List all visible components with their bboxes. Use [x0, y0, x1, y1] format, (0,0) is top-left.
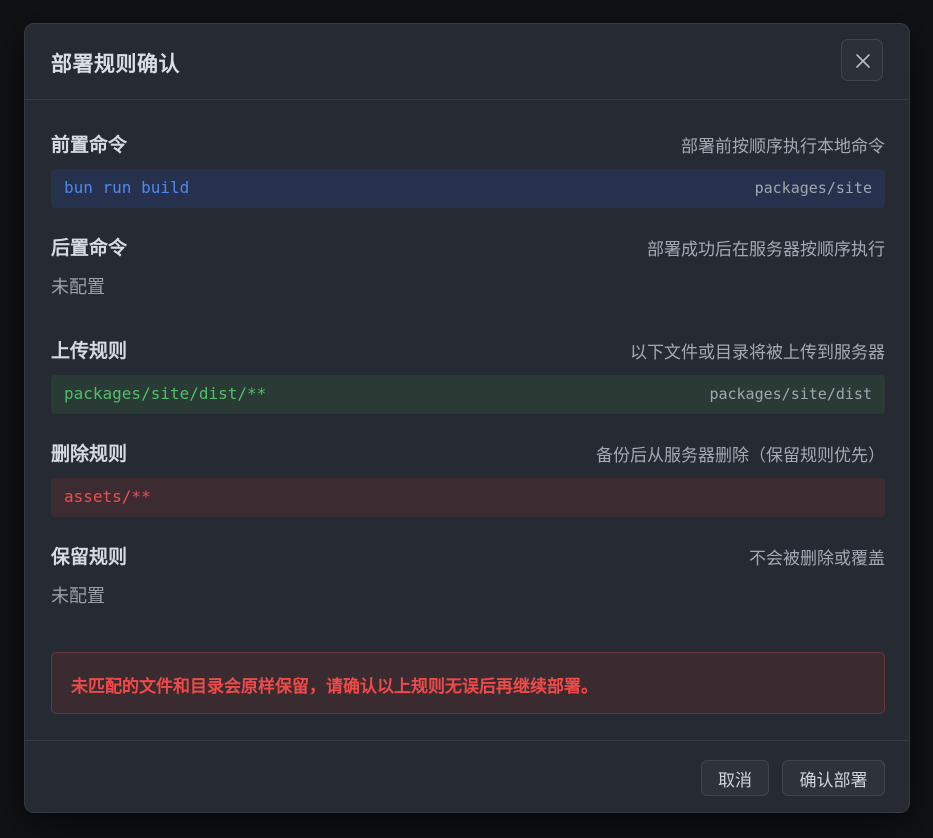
section-description: 部署成功后在服务器按顺序执行: [647, 240, 885, 260]
pre-command-text: bun run build: [64, 178, 190, 197]
section-title: 删除规则: [51, 443, 128, 465]
dialog-footer: 取消 确认部署: [25, 740, 909, 814]
warning-text: 未匹配的文件和目录会原样保留，请确认以上规则无误后再继续部署。: [71, 677, 598, 697]
pre-command-dir: packages/site: [754, 179, 872, 197]
deploy-rules-dialog: 部署规则确认 前置命令 部署前按顺序执行本地命令 bun run build p…: [24, 23, 910, 813]
upload-rule-text: packages/site/dist/**: [64, 384, 267, 403]
upload-rule-dir: packages/site/dist: [709, 385, 872, 403]
close-icon: [856, 54, 870, 68]
keep-rules-value: 未配置: [51, 586, 105, 607]
dialog-title: 部署规则确认: [51, 52, 180, 76]
pre-command-item: bun run build packages/site: [51, 169, 885, 208]
cancel-button[interactable]: 取消: [701, 760, 769, 796]
dialog-header: 部署规则确认: [25, 24, 909, 100]
section-title: 后置命令: [51, 237, 128, 259]
upload-rule-item: packages/site/dist/** packages/site/dist: [51, 375, 885, 414]
delete-rule-item: assets/**: [51, 478, 885, 517]
delete-rule-text: assets/**: [64, 487, 151, 506]
section-title: 保留规则: [51, 546, 128, 568]
post-commands-value: 未配置: [51, 277, 105, 298]
section-description: 部署前按顺序执行本地命令: [681, 137, 885, 157]
close-button[interactable]: [841, 39, 883, 81]
warning-banner: 未匹配的文件和目录会原样保留，请确认以上规则无误后再继续部署。: [51, 652, 885, 714]
section-title: 上传规则: [51, 340, 128, 362]
confirm-deploy-button[interactable]: 确认部署: [782, 760, 885, 796]
section-description: 以下文件或目录将被上传到服务器: [630, 343, 885, 363]
section-title: 前置命令: [51, 134, 128, 156]
section-description: 备份后从服务器删除（保留规则优先）: [596, 446, 885, 466]
section-description: 不会被删除或覆盖: [749, 549, 885, 569]
